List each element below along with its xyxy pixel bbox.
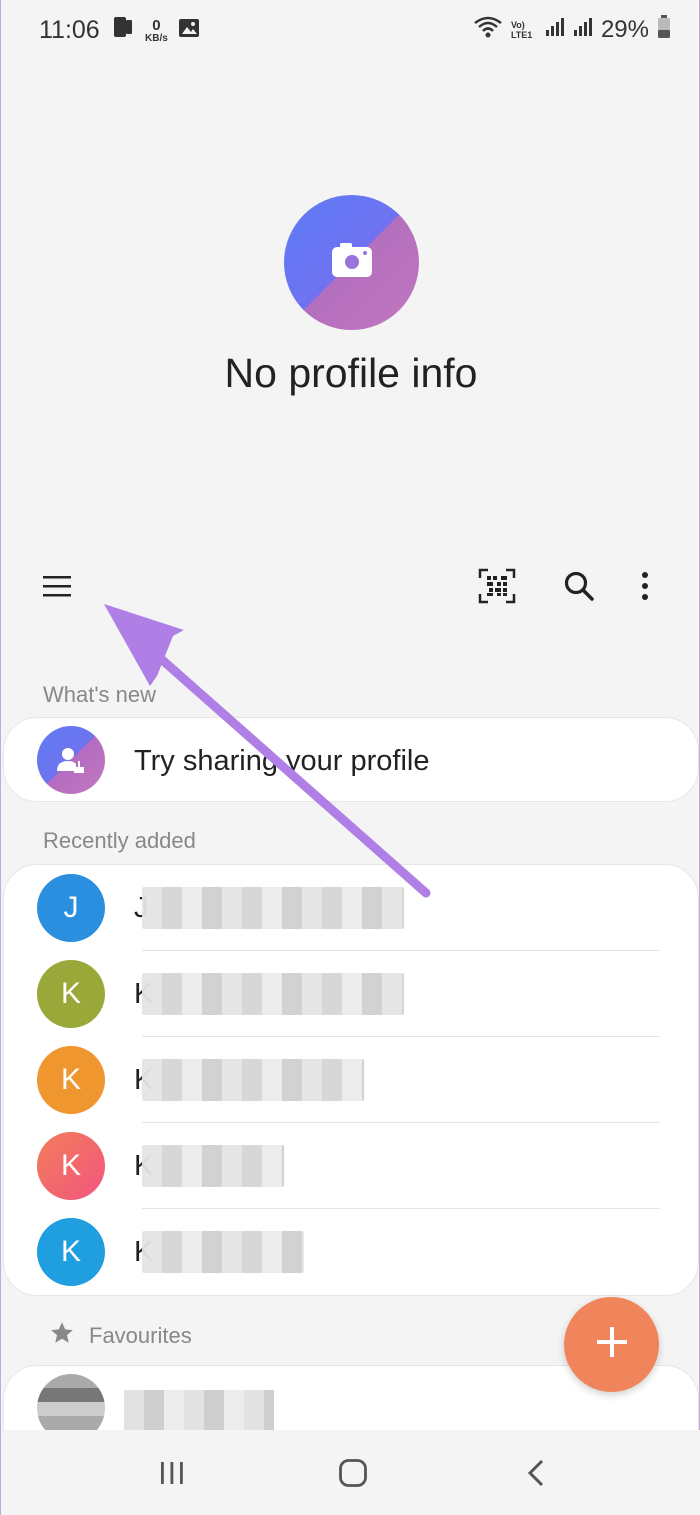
share-profile-card[interactable]: Try sharing your profile [3,717,699,802]
volte-label: Vo) LTE1 [510,19,533,40]
contact-name-blurred [142,887,404,929]
netspeed-value: 0 [152,16,161,34]
contact-name-blurred [142,1059,364,1101]
contact-avatar: K [37,1132,105,1200]
more-vert-icon [641,571,649,606]
contact-row[interactable]: K K [4,951,700,1037]
share-profile-text: Try sharing your profile [134,745,430,777]
recents-icon [159,1460,185,1491]
back-icon [526,1458,546,1493]
more-options-button[interactable] [623,566,667,610]
contact-name-blurred [142,973,404,1015]
profile-name[interactable]: No profile info [1,350,700,397]
profile-photo-button[interactable] [284,195,419,330]
back-button[interactable] [511,1450,561,1500]
netspeed-unit: KB/s [145,32,168,44]
recents-button[interactable] [147,1450,197,1500]
status-time: 11:06 [39,16,100,44]
menu-button[interactable] [35,566,79,610]
status-bar: 11:06 0 KB/s Vo) LTE1 29% [1,0,700,60]
contact-row[interactable]: K K [4,1123,700,1209]
status-left-icons: 0 KB/s [111,15,200,46]
wifi-icon [473,15,503,44]
add-contact-button[interactable] [564,1297,659,1392]
search-button[interactable] [557,566,601,610]
home-icon [338,1458,368,1493]
recently-added-list: J J K K K K K K K K [3,864,699,1296]
signal-icon-2 [573,16,593,43]
battery-icon [657,15,671,44]
contact-avatar: J [37,874,105,942]
favourites-label: Favourites [89,1322,192,1348]
contact-row[interactable]: J J [4,865,700,951]
system-nav-bar [1,1430,700,1515]
contact-avatar: K [37,960,105,1028]
image-icon [178,17,200,44]
battery-percent: 29% [600,15,649,43]
favourite-name-blurred [124,1390,274,1430]
contact-name-blurred [142,1145,284,1187]
netspeed-indicator: 0 KB/s [145,18,168,44]
section-header-whats-new: What's new [43,682,157,707]
contact-row[interactable]: K K [4,1037,700,1123]
section-header-recently-added: Recently added [43,828,196,853]
search-icon [563,570,595,607]
contact-row[interactable]: K K [4,1209,700,1295]
section-header-favourites: Favourites [49,1320,192,1351]
contact-name-blurred [142,1231,304,1273]
signal-icon-1 [545,16,565,43]
qr-code-icon [478,568,516,609]
home-button[interactable] [328,1450,378,1500]
status-right-icons: Vo) LTE1 29% [473,15,671,44]
plus-icon [595,1325,629,1364]
star-icon [49,1320,75,1351]
contact-avatar: K [37,1218,105,1286]
contact-avatar: K [37,1046,105,1114]
camera-icon [331,243,372,282]
phone-mirror-icon [111,15,135,46]
qr-code-button[interactable] [475,566,519,610]
hamburger-icon [42,574,72,603]
share-profile-icon [37,726,105,794]
